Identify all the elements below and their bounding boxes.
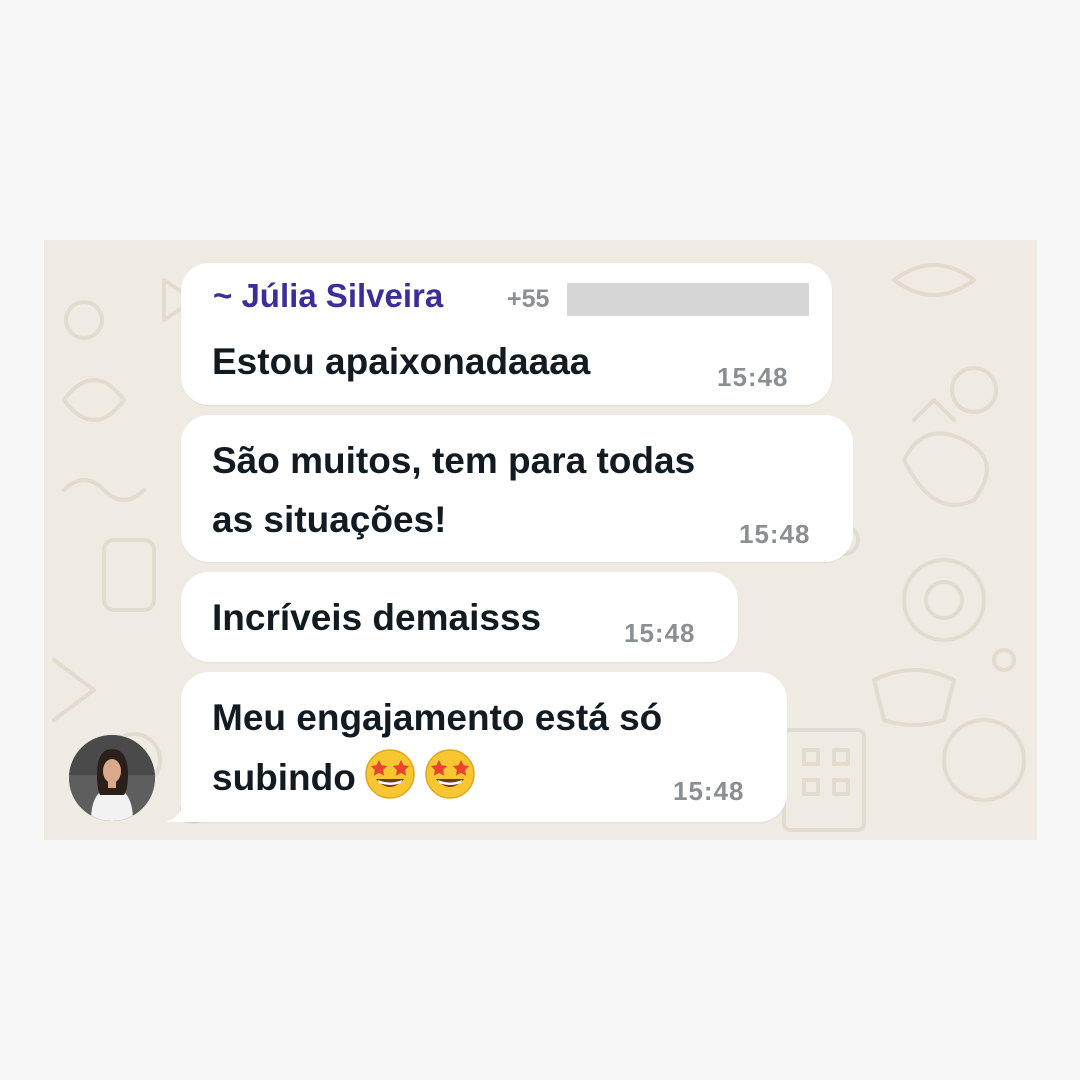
message-text: subindo xyxy=(212,757,356,798)
sender-phone-prefix: +55 xyxy=(507,285,550,313)
message-line: subindo xyxy=(212,748,476,807)
message-bubble[interactable]: Meu engajamento está só subindo 15:48 xyxy=(181,672,787,822)
redacted-phone-number xyxy=(567,283,809,316)
message-text: São muitos, tem para todas xyxy=(212,440,696,481)
avatar[interactable] xyxy=(69,735,155,821)
message-time: 15:48 xyxy=(739,519,811,549)
message-text: Estou apaixonadaaaa xyxy=(212,341,591,382)
message-bubble[interactable]: Incríveis demaisss 15:48 xyxy=(181,572,738,662)
bubble-tail xyxy=(166,792,196,822)
message-bubble[interactable]: ~ Júlia Silveira +55 Estou apaixonadaaaa… xyxy=(181,263,832,405)
star-struck-emoji xyxy=(425,749,475,799)
avatar-photo xyxy=(69,735,155,821)
message-bubble[interactable]: São muitos, tem para todas as situações!… xyxy=(181,415,853,562)
message-time: 15:48 xyxy=(624,618,696,648)
star-struck-emoji xyxy=(365,749,415,799)
sender-name[interactable]: ~ Júlia Silveira xyxy=(213,277,443,315)
message-text: Meu engajamento está só xyxy=(212,697,663,738)
message-text: Incríveis demaisss xyxy=(212,597,542,638)
message-time: 15:48 xyxy=(717,362,789,392)
message-text: as situações! xyxy=(212,499,447,540)
message-time: 15:48 xyxy=(673,776,745,806)
